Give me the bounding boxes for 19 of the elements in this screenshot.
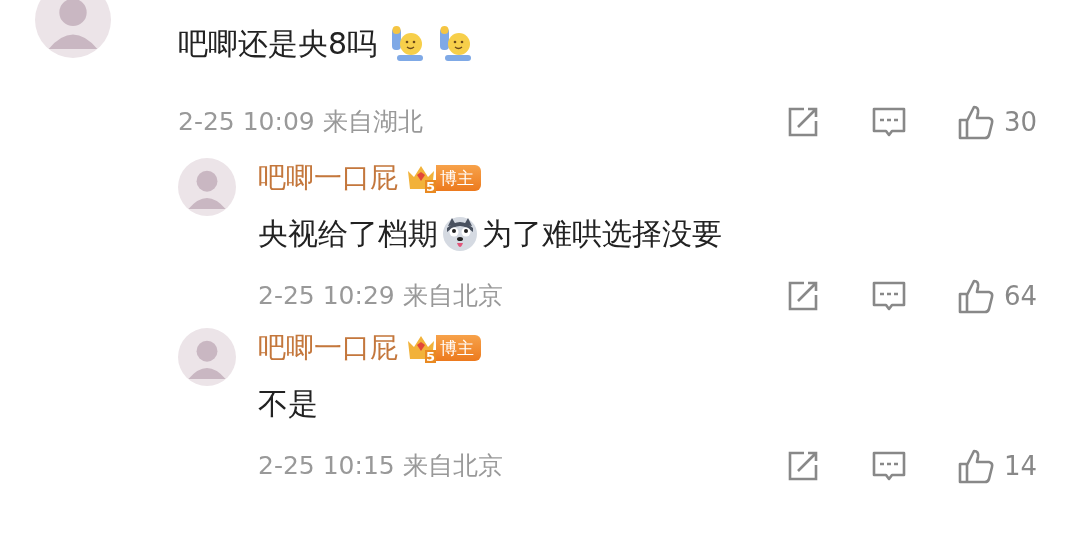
avatar	[178, 158, 236, 216]
comment-text: 吧唧还是央8吗	[178, 25, 378, 63]
comment-text: 央视给了档期	[258, 215, 438, 253]
raised-hand-emoji	[437, 25, 474, 63]
badge-label: 博主	[436, 335, 481, 361]
username[interactable]: 吧唧一口屁	[258, 327, 398, 369]
dog-emoji	[442, 216, 478, 252]
like-count: 64	[1004, 279, 1039, 313]
timestamp: 2-25 10:09 来自湖北	[178, 106, 423, 139]
avatar	[178, 328, 236, 386]
comment-text: 不是	[258, 385, 318, 423]
timestamp: 2-25 10:15 来自北京	[258, 450, 503, 483]
raised-hand-emoji	[389, 25, 426, 63]
like-count: 30	[1004, 105, 1039, 139]
username[interactable]: 吧唧一口屁	[258, 157, 398, 199]
comment-text: 为了难哄选择没要	[482, 215, 722, 253]
badge-label: 博主	[436, 165, 481, 191]
timestamp: 2-25 10:29 来自北京	[258, 280, 503, 313]
like-count: 14	[1004, 449, 1039, 483]
